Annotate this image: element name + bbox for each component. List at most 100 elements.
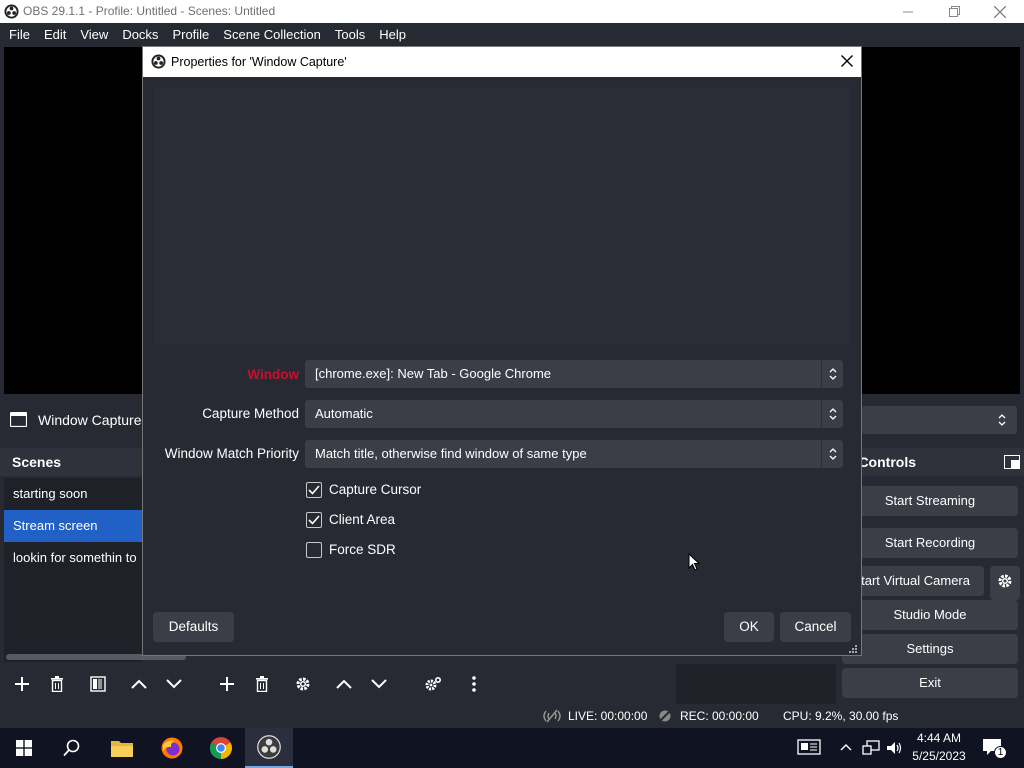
move-scene-up-button[interactable] <box>125 670 153 698</box>
network-icon[interactable] <box>862 740 880 756</box>
chevron-down-icon <box>371 679 387 689</box>
tray-chevron-up-icon[interactable] <box>840 743 852 751</box>
notification-center-button[interactable]: 1 <box>982 738 1008 760</box>
menu-tools[interactable]: Tools <box>328 23 372 47</box>
checkmark-icon <box>308 515 320 525</box>
add-scene-button[interactable] <box>8 670 36 698</box>
capture-cursor-checkbox[interactable] <box>306 482 322 498</box>
match-priority-select[interactable]: Match title, otherwise find window of sa… <box>305 440 843 468</box>
minimize-button[interactable] <box>885 0 931 23</box>
search-button[interactable] <box>48 728 96 768</box>
window-select-value: [chrome.exe]: New Tab - Google Chrome <box>315 366 552 381</box>
menu-profile[interactable]: Profile <box>165 23 216 47</box>
settings-button[interactable]: Settings <box>842 634 1018 664</box>
plus-icon <box>220 677 234 691</box>
start-recording-button[interactable]: Start Recording <box>842 528 1018 558</box>
status-bar: LIVE: 00:00:00 REC: 00:00:00 CPU: 9.2%, … <box>0 704 1024 728</box>
move-scene-down-button[interactable] <box>160 670 188 698</box>
close-button[interactable] <box>977 0 1023 23</box>
obs-logo-icon <box>257 735 281 759</box>
match-priority-label: Window Match Priority <box>164 446 299 461</box>
source-property-select[interactable] <box>862 406 1017 434</box>
menu-file[interactable]: File <box>2 23 37 47</box>
close-icon <box>994 5 1006 18</box>
dialog-close-icon[interactable] <box>841 55 853 67</box>
menu-view[interactable]: View <box>73 23 115 47</box>
capture-method-label: Capture Method <box>202 406 299 421</box>
live-signal-icon <box>543 709 561 723</box>
obs-logo-icon <box>151 54 166 69</box>
defaults-button[interactable]: Defaults <box>153 612 234 642</box>
notification-count-badge: 1 <box>994 746 1007 759</box>
rec-time: REC: 00:00:00 <box>680 709 759 723</box>
gear-icon <box>998 574 1012 588</box>
ok-button[interactable]: OK <box>724 612 774 642</box>
capture-method-value: Automatic <box>315 406 373 421</box>
add-source-button[interactable] <box>213 670 241 698</box>
menu-bar: File Edit View Docks Profile Scene Colle… <box>0 23 1024 47</box>
source-properties-button[interactable] <box>289 670 317 698</box>
window-capture-icon <box>10 412 27 427</box>
taskbar-time[interactable]: 4:44 AM <box>916 731 962 745</box>
audio-mixer-settings-button[interactable] <box>419 670 447 698</box>
audio-mixer-menu-button[interactable] <box>460 670 488 698</box>
exit-button[interactable]: Exit <box>842 668 1018 698</box>
selected-source-name: Window Capture <box>38 412 142 428</box>
scene-item-selected[interactable]: Stream screen <box>4 510 142 542</box>
force-sdr-checkbox[interactable] <box>306 542 322 558</box>
move-source-down-button[interactable] <box>365 670 393 698</box>
client-area-checkbox[interactable] <box>306 512 322 528</box>
virtual-camera-settings-button[interactable] <box>990 566 1020 600</box>
scene-filters-button[interactable] <box>84 670 112 698</box>
updown-arrows-icon <box>821 360 843 388</box>
menu-docks[interactable]: Docks <box>115 23 165 47</box>
start-virtual-camera-label: Start Virtual Camera <box>852 573 970 588</box>
chrome-icon <box>210 737 232 759</box>
firefox-icon <box>161 737 183 759</box>
cancel-button[interactable]: Cancel <box>780 612 851 642</box>
news-widget-button[interactable] <box>797 738 823 758</box>
updown-arrows-icon <box>821 400 843 428</box>
window-title: OBS 29.1.1 - Profile: Untitled - Scenes:… <box>23 4 276 18</box>
start-streaming-button[interactable]: Start Streaming <box>842 486 1018 516</box>
capture-method-select[interactable]: Automatic <box>305 400 843 428</box>
folder-icon <box>111 741 133 757</box>
scene-item[interactable]: starting soon <box>4 478 142 510</box>
cpu-usage: CPU: 9.2%, 30.00 fps <box>783 709 899 723</box>
resize-grip-icon[interactable] <box>849 645 858 654</box>
chrome-taskbar-button[interactable] <box>197 728 245 768</box>
client-area-label[interactable]: Client Area <box>329 512 395 527</box>
rec-icon <box>659 710 671 722</box>
force-sdr-label[interactable]: Force SDR <box>329 542 396 557</box>
chevron-down-icon <box>166 679 182 689</box>
menu-help[interactable]: Help <box>372 23 413 47</box>
scenes-list: starting soon Stream screen lookin for s… <box>4 478 142 662</box>
obs-taskbar-button[interactable] <box>245 728 293 768</box>
updown-arrows-icon <box>821 440 843 468</box>
match-priority-value: Match title, otherwise find window of sa… <box>315 446 587 461</box>
volume-icon[interactable] <box>886 740 904 756</box>
window-select[interactable]: [chrome.exe]: New Tab - Google Chrome <box>305 360 843 388</box>
restore-icon <box>948 6 960 17</box>
checkmark-icon <box>308 485 320 495</box>
menu-scene-collection[interactable]: Scene Collection <box>216 23 328 47</box>
file-explorer-taskbar-button[interactable] <box>98 728 146 768</box>
dialog-title-bar: Properties for 'Window Capture' <box>143 47 861 77</box>
firefox-taskbar-button[interactable] <box>148 728 196 768</box>
capture-cursor-label[interactable]: Capture Cursor <box>329 482 421 497</box>
scene-item[interactable]: lookin for somethin to <box>4 542 142 574</box>
trash-icon <box>256 676 268 692</box>
move-source-up-button[interactable] <box>330 670 358 698</box>
start-button[interactable] <box>0 728 48 768</box>
menu-edit[interactable]: Edit <box>37 23 73 47</box>
undock-icon[interactable] <box>1004 455 1020 469</box>
restore-button[interactable] <box>931 0 977 23</box>
start-virtual-camera-button[interactable]: Start Virtual Camera <box>852 566 984 596</box>
minimize-icon <box>903 11 913 12</box>
remove-source-button[interactable] <box>248 670 276 698</box>
taskbar-date[interactable]: 5/25/2023 <box>911 749 967 763</box>
gear-icon <box>296 677 310 691</box>
window-label: Window <box>247 367 299 382</box>
studio-mode-button[interactable]: Studio Mode <box>842 600 1018 630</box>
remove-scene-button[interactable] <box>43 670 71 698</box>
